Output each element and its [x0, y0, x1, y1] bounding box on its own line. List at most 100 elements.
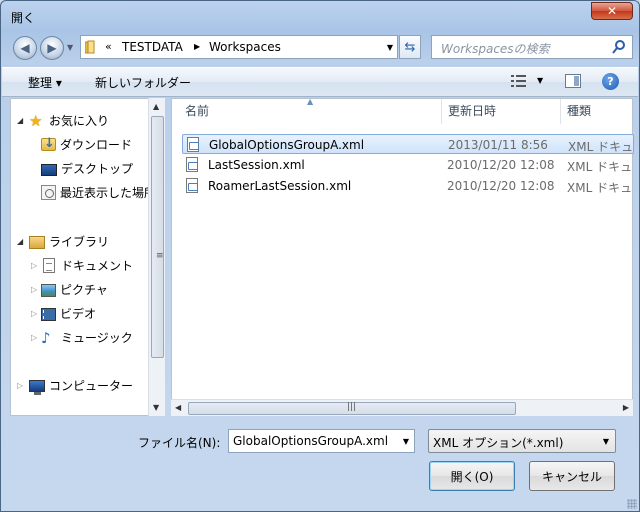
nav-recent-places[interactable]: 最近表示した場所 — [41, 184, 156, 201]
xml-file-icon — [187, 137, 199, 152]
window-title: 開く — [11, 11, 36, 25]
expand-music-icon[interactable]: ▷ — [31, 333, 37, 342]
search-icon[interactable] — [612, 39, 626, 55]
expand-computer-icon[interactable]: ▷ — [17, 381, 23, 390]
nav-computer[interactable]: コンピューター — [29, 377, 134, 395]
nav-documents-label: ドキュメント — [61, 259, 134, 273]
file-modified: 2010/12/20 12:08 — [447, 179, 555, 193]
address-bar[interactable]: « TESTDATA ▶ Workspaces ▼ — [80, 35, 398, 59]
star-icon: ★ — [29, 111, 43, 130]
view-options-icon[interactable] — [511, 74, 527, 88]
file-type: XML ドキュメント — [567, 160, 633, 174]
computer-icon — [29, 380, 45, 395]
open-button[interactable]: 開く(O) — [429, 461, 515, 491]
navigation-pane: ◢ ★ お気に入り ダウンロード デスクトップ 最近表示した場所 ◢ ライブラリ… — [10, 98, 165, 416]
grip-icon: ≡ — [156, 251, 164, 261]
file-list: ▲ 名前 更新日時 種類 GlobalOptionsGroupA.xml 201… — [171, 97, 634, 416]
filename-input[interactable]: GlobalOptionsGroupA.xml ▼ — [228, 429, 415, 453]
file-list-hscrollbar[interactable]: ◀ ||| ▶ — [171, 399, 633, 416]
expand-documents-icon[interactable]: ▷ — [31, 261, 37, 270]
refresh-button[interactable]: ⇆ — [399, 35, 421, 59]
cancel-button[interactable]: キャンセル — [529, 461, 615, 491]
nav-pictures[interactable]: ピクチャ — [41, 281, 108, 298]
address-dropdown-icon[interactable]: ▼ — [387, 43, 393, 52]
filename-value: GlobalOptionsGroupA.xml — [233, 434, 389, 448]
folder-icon — [84, 40, 99, 54]
file-row[interactable]: GlobalOptionsGroupA.xml 2013/01/11 8:56 … — [182, 134, 634, 154]
column-header-name[interactable]: 名前 — [179, 99, 441, 124]
file-name: RoamerLastSession.xml — [208, 179, 352, 193]
nav-favorites[interactable]: ★ お気に入り — [29, 112, 109, 129]
scroll-up-icon[interactable]: ▲ — [153, 102, 159, 111]
forward-button[interactable]: ▶ — [40, 36, 64, 60]
nav-favorites-label: お気に入り — [49, 114, 110, 128]
breadcrumb-separator-icon[interactable]: ▶ — [194, 42, 200, 51]
videos-icon — [41, 307, 56, 321]
address-overflow-chevron[interactable]: « — [105, 40, 112, 53]
nav-videos-label: ビデオ — [60, 307, 97, 321]
nav-music[interactable]: ♪ ミュージック — [41, 329, 133, 346]
recent-places-icon — [41, 185, 56, 200]
downloads-folder-icon — [41, 136, 56, 151]
back-button[interactable]: ◀ — [13, 36, 37, 60]
nav-desktop[interactable]: デスクトップ — [41, 160, 133, 177]
file-modified: 2013/01/11 8:56 — [448, 138, 548, 152]
column-header-type[interactable]: 種類 — [561, 99, 633, 124]
file-type: XML ドキュメント — [568, 140, 634, 154]
breadcrumb-testdata[interactable]: TESTDATA — [122, 40, 183, 54]
nav-videos[interactable]: ビデオ — [41, 305, 96, 322]
scroll-right-icon[interactable]: ▶ — [623, 403, 629, 412]
column-header-modified[interactable]: 更新日時 — [442, 99, 560, 124]
nav-pictures-label: ピクチャ — [60, 283, 108, 297]
filetype-select[interactable]: XML オプション(*.xml) ▼ — [428, 429, 616, 453]
filetype-dropdown-icon: ▼ — [602, 437, 609, 446]
grip-icon: ||| — [347, 402, 357, 412]
search-placeholder: Workspacesの検索 — [441, 42, 550, 56]
nav-computer-label: コンピューター — [49, 379, 134, 393]
forward-arrow-icon: ▶ — [47, 41, 57, 55]
breadcrumb-workspaces[interactable]: Workspaces — [209, 40, 281, 54]
file-row[interactable]: RoamerLastSession.xml 2010/12/20 12:08 X… — [182, 176, 634, 196]
hscrollbar-thumb[interactable]: ||| — [188, 402, 516, 415]
recent-locations-dropdown[interactable]: ▼ — [67, 43, 73, 52]
navigation-pane-scrollbar[interactable]: ▲ ≡ ▼ — [148, 98, 165, 416]
help-icon[interactable]: ? — [602, 73, 619, 90]
nav-downloads[interactable]: ダウンロード — [41, 136, 132, 153]
refresh-icon: ⇆ — [404, 39, 416, 55]
documents-icon — [43, 258, 55, 273]
back-arrow-icon: ◀ — [20, 41, 30, 55]
file-modified: 2010/12/20 12:08 — [447, 158, 555, 172]
new-folder-button[interactable]: 新しいフォルダー — [95, 74, 191, 91]
nav-recent-places-label: 最近表示した場所 — [60, 186, 157, 200]
file-name: GlobalOptionsGroupA.xml — [209, 138, 365, 152]
resize-grip-icon[interactable] — [627, 499, 637, 509]
expand-videos-icon[interactable]: ▷ — [31, 309, 37, 318]
xml-file-icon — [186, 178, 198, 193]
expand-pictures-icon[interactable]: ▷ — [31, 285, 37, 294]
nav-music-label: ミュージック — [61, 331, 133, 345]
close-button[interactable]: ✕ — [591, 2, 633, 20]
desktop-icon — [41, 163, 57, 176]
library-icon — [29, 236, 45, 249]
nav-desktop-label: デスクトップ — [61, 162, 134, 176]
open-file-dialog: 開く ✕ ◀ ▶ ▼ « TESTDATA ▶ Workspaces ▼ ⇆ W… — [0, 0, 640, 512]
view-dropdown-icon[interactable]: ▼ — [537, 76, 543, 85]
expand-libraries-icon[interactable]: ◢ — [17, 237, 23, 246]
scroll-down-icon[interactable]: ▼ — [153, 403, 159, 412]
command-bar: 整理 ▾ 新しいフォルダー ▼ ? — [2, 67, 638, 97]
scrollbar-thumb[interactable]: ≡ — [151, 116, 164, 358]
music-note-icon: ♪ — [41, 328, 51, 347]
expand-favorites-icon[interactable]: ◢ — [17, 116, 23, 125]
nav-libraries[interactable]: ライブラリ — [29, 233, 109, 250]
nav-documents[interactable]: ドキュメント — [41, 257, 133, 274]
scroll-left-icon[interactable]: ◀ — [175, 403, 181, 412]
nav-libraries-label: ライブラリ — [49, 235, 110, 249]
filename-label: ファイル名(N): — [138, 436, 221, 450]
xml-file-icon — [186, 157, 198, 172]
file-row[interactable]: LastSession.xml 2010/12/20 12:08 XML ドキュ… — [182, 155, 634, 175]
organize-menu[interactable]: 整理 ▾ — [28, 74, 62, 91]
filename-dropdown-icon[interactable]: ▼ — [403, 437, 409, 446]
file-name: LastSession.xml — [208, 158, 305, 172]
preview-pane-icon[interactable] — [565, 74, 581, 88]
search-input[interactable]: Workspacesの検索 — [431, 35, 633, 59]
